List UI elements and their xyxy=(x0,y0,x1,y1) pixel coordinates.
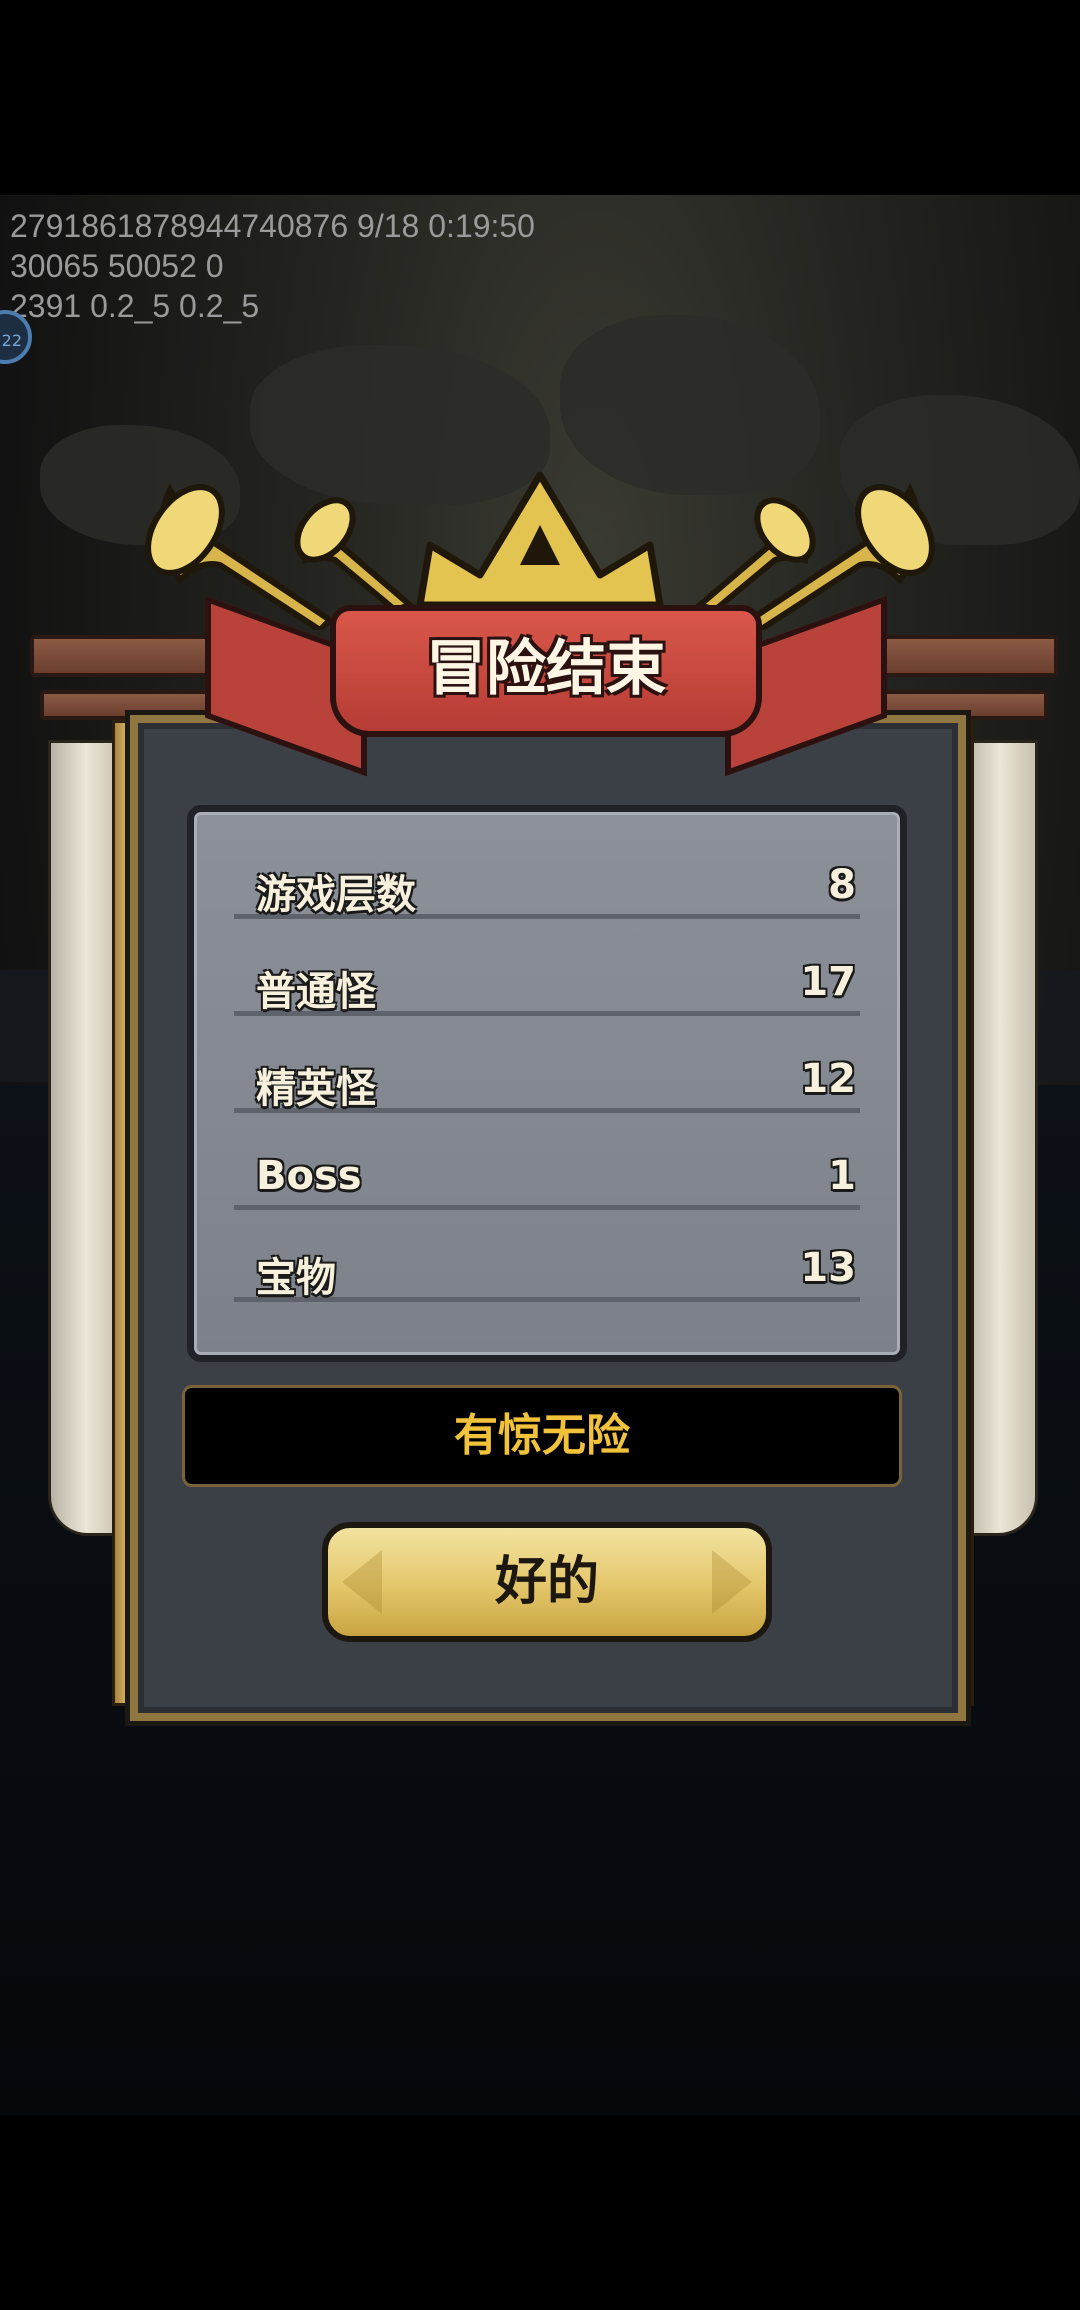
stat-row-treasure: 宝物 13 xyxy=(234,1237,860,1302)
stat-label: 宝物 xyxy=(256,1255,336,1301)
crown-icon xyxy=(416,471,664,609)
stat-value: 12 xyxy=(800,1056,856,1102)
stat-row-boss: Boss 1 xyxy=(234,1145,860,1210)
stat-row-floors: 游戏层数 8 xyxy=(234,854,860,919)
chevron-right-icon xyxy=(712,1550,752,1614)
stat-label: 精英怪 xyxy=(256,1066,376,1112)
trumpet-icon xyxy=(294,497,416,610)
debug-line: 2791861878944740876 9/18 0:19:50 xyxy=(10,208,535,244)
stat-value: 17 xyxy=(800,959,856,1005)
chevron-left-icon xyxy=(342,1550,382,1614)
stat-label: 普通怪 xyxy=(256,969,376,1015)
debug-line: 30065 50052 0 xyxy=(10,248,224,284)
stat-label: Boss xyxy=(256,1153,362,1199)
stat-label: 游戏层数 xyxy=(256,872,416,918)
trumpet-icon xyxy=(745,483,935,630)
stat-row-normal-monsters: 普通怪 17 xyxy=(234,951,860,1016)
ok-button-label: 好的 xyxy=(494,1552,599,1612)
dialog-title: 冒险结束 xyxy=(426,634,666,704)
result-status-text: 有惊无险 xyxy=(182,1385,902,1487)
ok-button[interactable]: 好的 xyxy=(322,1522,772,1642)
stats-panel: 游戏层数 8 普通怪 17 精英怪 12 Boss 1 宝物 13 xyxy=(187,805,907,1362)
stat-row-elite-monsters: 精英怪 12 xyxy=(234,1048,860,1113)
debug-line: 2391 0.2_5 0.2_5 xyxy=(10,288,260,324)
debug-overlay: 2791861878944740876 9/18 0:19:50 30065 5… xyxy=(10,206,535,326)
adventure-result-dialog: 冒险结束 游戏层数 8 普通怪 17 精英怪 12 Boss 1 宝物 13 有… xyxy=(0,0,1080,2310)
stat-value: 8 xyxy=(828,862,856,908)
stat-value: 1 xyxy=(828,1153,856,1199)
stat-value: 13 xyxy=(800,1245,856,1291)
side-badge-text: 22 xyxy=(1,331,22,350)
